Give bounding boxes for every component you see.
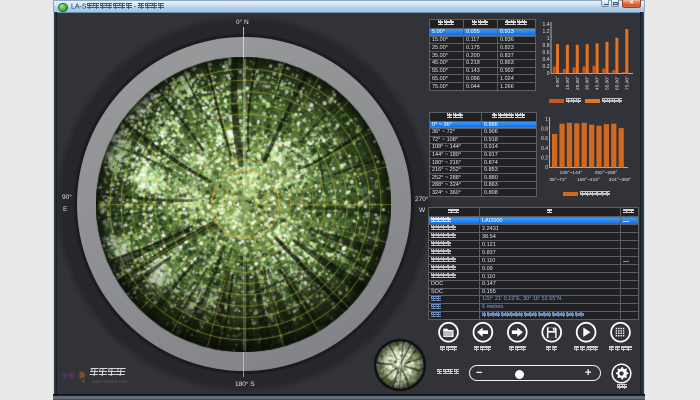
svg-text:15.00°: 15.00° [565,76,571,90]
svg-text:1.2: 1.2 [543,29,550,35]
svg-text:108°~144°: 108°~144° [560,170,583,176]
svg-text:75.00°: 75.00° [624,76,630,90]
svg-text:55.00°: 55.00° [605,76,611,90]
svg-text:65.00°: 65.00° [614,76,620,90]
svg-text:5.00°: 5.00° [555,76,561,87]
svg-text:180°~216°: 180°~216° [577,177,600,183]
svg-text:1: 1 [545,117,548,123]
svg-text:252°~288°: 252°~288° [595,170,618,176]
svg-text:0.2: 0.2 [543,64,550,70]
svg-text:0.8: 0.8 [543,43,550,49]
svg-text:®: ® [82,379,85,384]
svg-text:324°~360°: 324°~360° [609,177,632,183]
svg-text:36°~72°: 36°~72° [549,177,566,183]
svg-text:45.00°: 45.00° [595,76,601,90]
svg-text:0: 0 [547,71,550,77]
svg-text:35.00°: 35.00° [585,76,591,90]
svg-text:0.6: 0.6 [541,136,548,142]
svg-text:25.00°: 25.00° [575,76,581,90]
svg-text:0.4: 0.4 [541,146,548,152]
svg-text:0.2: 0.2 [541,155,548,161]
svg-text:0.4: 0.4 [543,57,550,63]
svg-text:0.8: 0.8 [541,127,548,133]
svg-text:0: 0 [545,165,548,171]
svg-text:0.6: 0.6 [543,50,550,56]
svg-text:1.4: 1.4 [543,22,550,28]
svg-text:1: 1 [547,36,550,42]
